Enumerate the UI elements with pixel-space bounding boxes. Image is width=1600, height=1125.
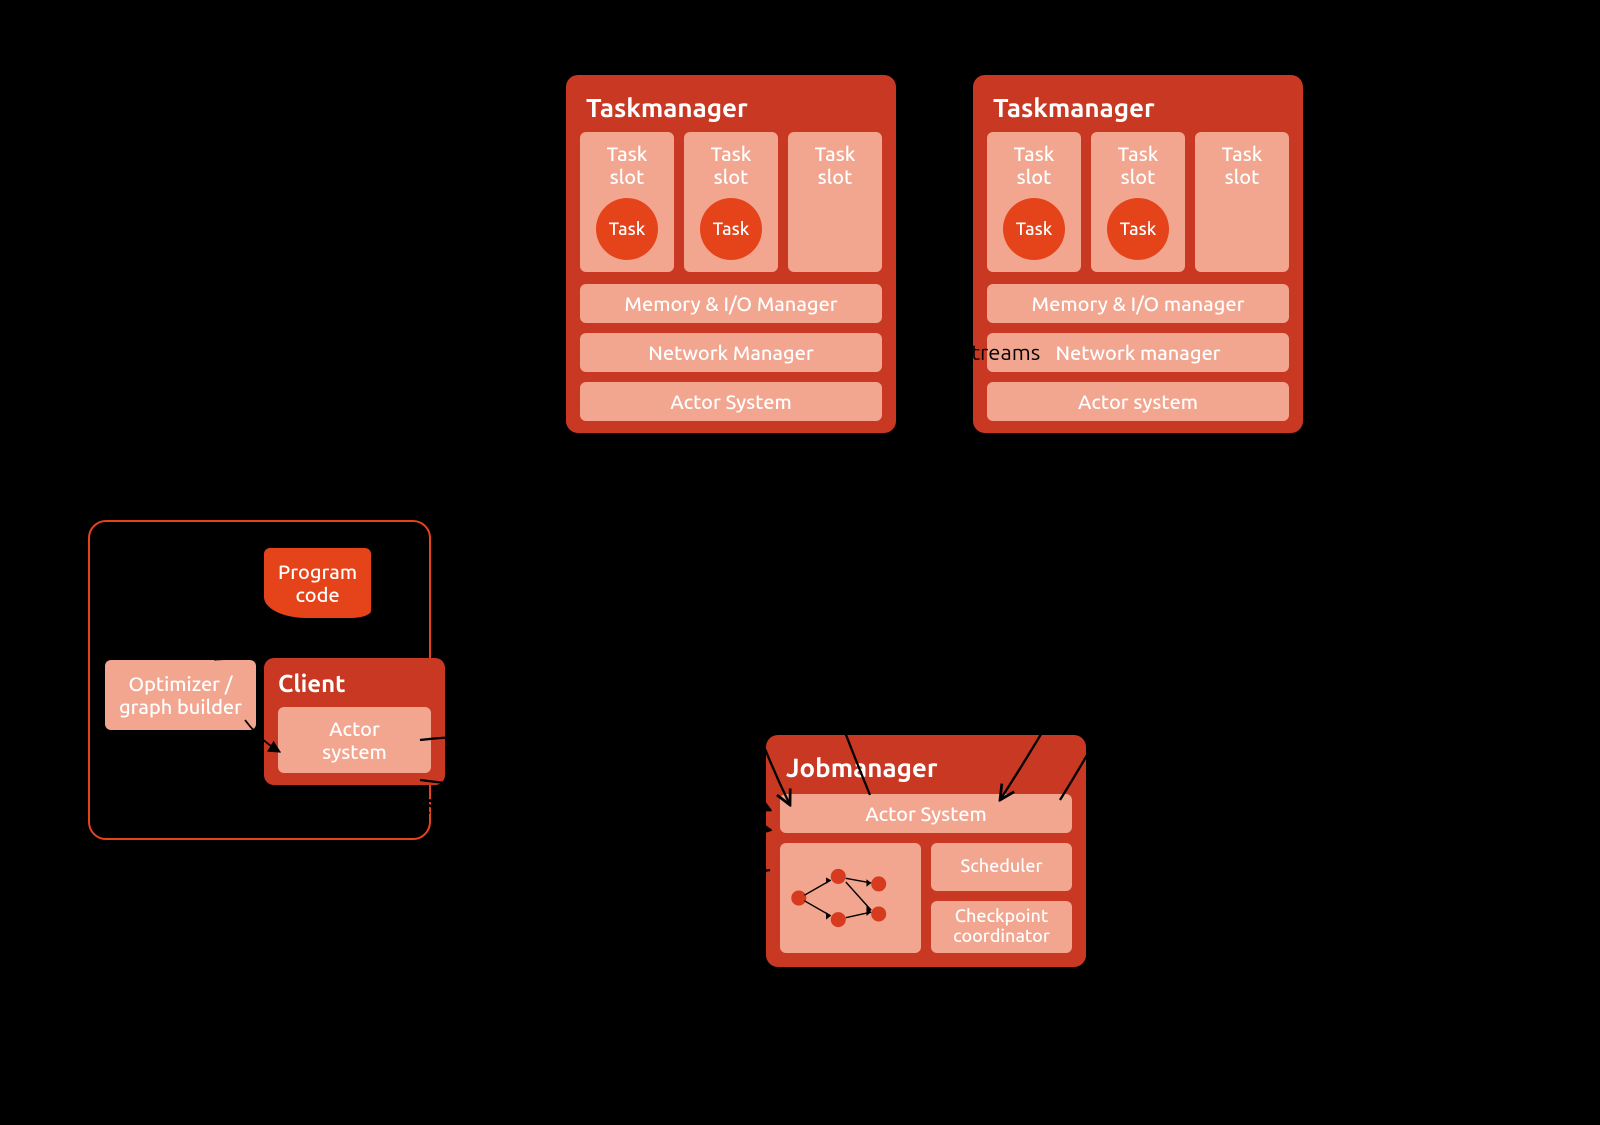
task-circle: Task (1107, 198, 1169, 260)
taskmanager-panel-1: Taskmanager Taskslot Task Taskslot Task … (566, 75, 896, 433)
task-status-label: Task Status heartbeats statistics (1110, 555, 1211, 627)
task-slot-label: Taskslot (586, 142, 668, 188)
client-title: Client (278, 670, 431, 697)
task-slot: Taskslot (788, 132, 882, 272)
task-slot: Taskslot Task (987, 132, 1081, 272)
jobmanager-panel: Jobmanager Actor System S (766, 735, 1086, 967)
taskmanager-title: Taskmanager (993, 93, 1289, 122)
submit-job-label: Submit job (send dataflow) (445, 695, 585, 743)
status-updates-label: Status updates statistics & results (450, 880, 584, 952)
task-slot-label: Taskslot (1097, 142, 1179, 188)
flink-program-label: Flink Program (95, 485, 232, 511)
actor-system-block: Actor system (278, 707, 431, 773)
actor-system-bar: Actor System (580, 382, 882, 421)
program-dataflow-label: Program dataflow (160, 580, 240, 628)
optimizer-graph-builder-box: Optimizer / graph builder (105, 660, 256, 730)
task-slot: Taskslot Task (580, 132, 674, 272)
task-slots-row: Taskslot Task Taskslot Task Taskslot (580, 132, 882, 272)
data-streams-label: Data streams (910, 340, 1040, 366)
memory-io-manager-bar: Memory & I/O manager (987, 284, 1289, 323)
task-slot-label: Taskslot (993, 142, 1075, 188)
client-panel: Client Actor system (264, 658, 445, 785)
actor-system-bar: Actor system (987, 382, 1289, 421)
checkpoint-coordinator-block: Checkpoint coordinator (931, 901, 1072, 953)
task-slot: Taskslot Task (1091, 132, 1185, 272)
taskmanager-title: Taskmanager (586, 93, 882, 122)
memory-io-manager-bar: Memory & I/O Manager (580, 284, 882, 323)
deploy-cancel-label: Deploy / stop / cancel tasks Trigger che… (570, 525, 702, 621)
taskmanager-panel-2: Taskmanager Taskslot Task Taskslot Task … (973, 75, 1303, 433)
program-code-note: Program code (264, 548, 371, 618)
task-slot-label: Taskslot (794, 142, 876, 188)
dataflow-graph-icon (780, 843, 921, 953)
task-circle: Task (700, 198, 762, 260)
task-slot-label: Taskslot (1201, 142, 1283, 188)
cancel-update-label: Cancel / update job (470, 790, 567, 838)
network-manager-bar: Network Manager (580, 333, 882, 372)
task-circle: Task (1003, 198, 1065, 260)
scheduler-block: Scheduler (931, 843, 1072, 891)
actor-system-bar: Actor System (780, 794, 1072, 833)
task-slot: Taskslot Task (684, 132, 778, 272)
task-slots-row: Taskslot Task Taskslot Task Taskslot (987, 132, 1289, 272)
task-slot-label: Taskslot (690, 142, 772, 188)
task-slot: Taskslot (1195, 132, 1289, 272)
task-circle: Task (596, 198, 658, 260)
jobmanager-title: Jobmanager (786, 753, 1072, 782)
